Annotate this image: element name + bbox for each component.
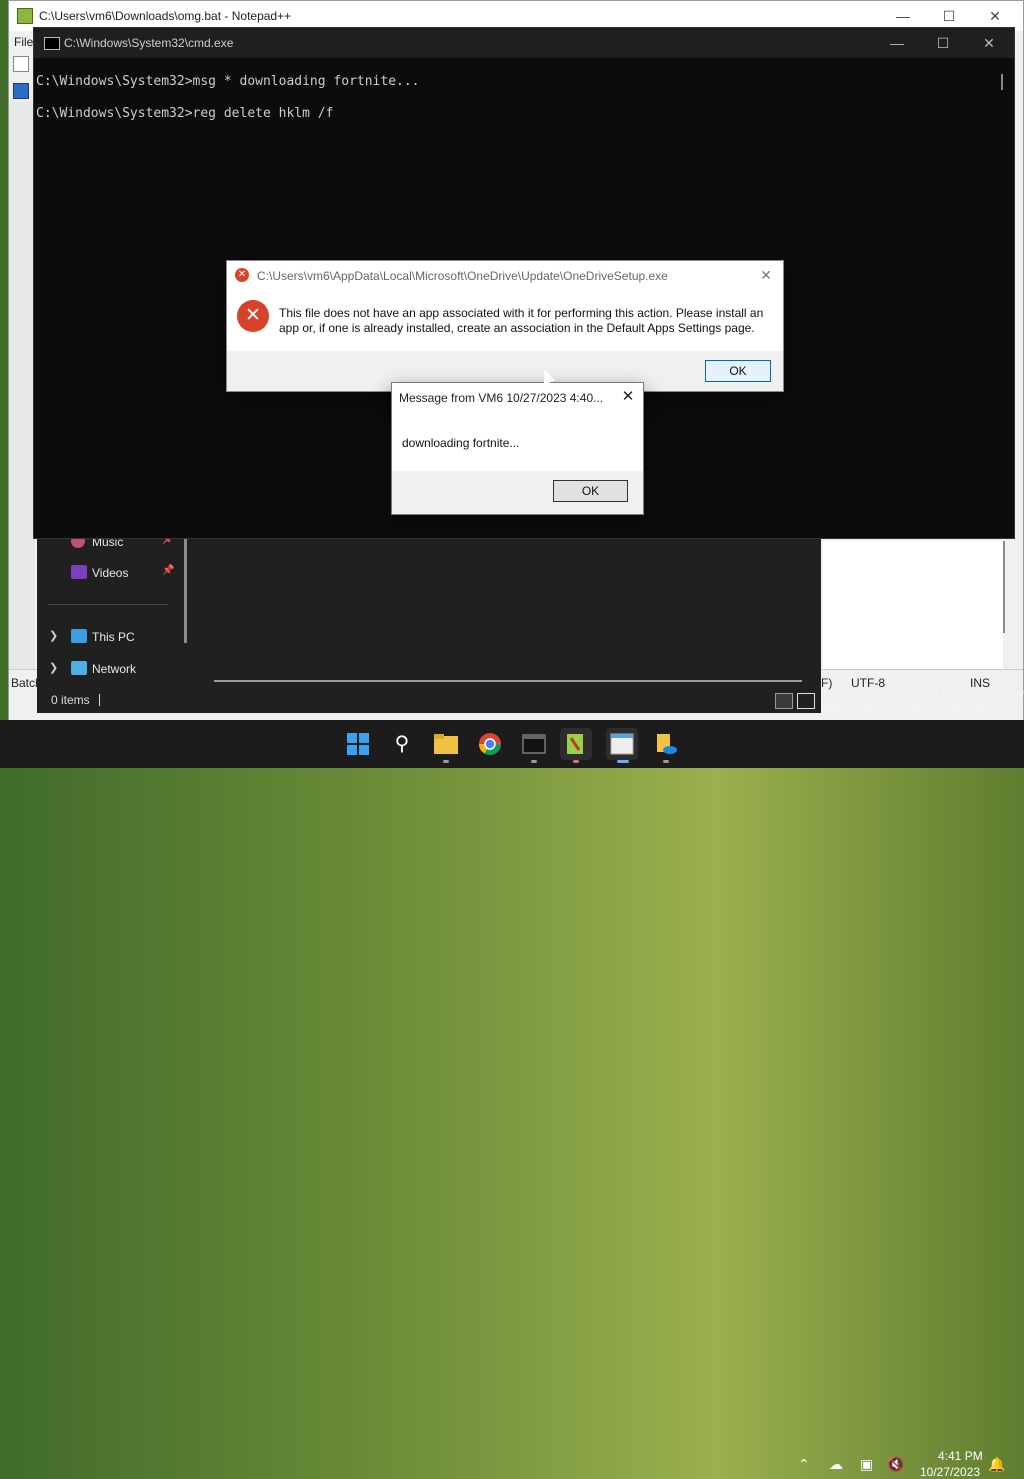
message-body: downloading fortnite...	[402, 436, 520, 450]
ok-button[interactable]: OK	[553, 480, 628, 502]
error-dialog-title: C:\Users\vm6\AppData\Local\Microsoft\One…	[257, 269, 668, 283]
tiles-view-icon[interactable]	[797, 693, 815, 709]
error-icon: ✕	[235, 268, 249, 282]
cmd-icon	[44, 37, 60, 50]
cmd-scrollbar[interactable]	[1001, 74, 1003, 90]
onedrive-tray-icon[interactable]: ☁	[829, 1456, 843, 1473]
nav-item-label: Network	[92, 662, 137, 676]
file-explorer-window: Music 📌 Videos 📌 ❯ This PC ❯ Network 0 i…	[37, 534, 821, 713]
chevron-right-icon[interactable]: ❯	[49, 629, 58, 642]
cmd-title: C:\Windows\System32\cmd.exe	[64, 36, 234, 50]
this-pc-icon	[71, 629, 87, 643]
close-icon[interactable]: ✕	[618, 387, 638, 407]
clock-time[interactable]: 4:41 PM	[938, 1449, 983, 1463]
chevron-up-icon[interactable]: ⌃	[798, 1456, 810, 1473]
close-icon[interactable]: ✕	[966, 28, 1012, 58]
nav-scrollbar[interactable]	[184, 535, 187, 643]
save-icon[interactable]	[13, 83, 29, 99]
pin-icon: 📌	[162, 565, 175, 576]
details-view-icon[interactable]	[775, 693, 793, 709]
file-explorer-icon[interactable]	[430, 728, 462, 760]
onedrive-icon[interactable]	[650, 728, 682, 760]
minimize-icon[interactable]: —	[874, 28, 920, 58]
running-indicator	[663, 760, 669, 763]
maximize-icon[interactable]: ☐	[920, 28, 966, 58]
ok-button[interactable]: OK	[705, 360, 771, 382]
nav-item-label: Videos	[92, 566, 129, 580]
notepadpp-icon	[17, 8, 33, 24]
nav-item-network[interactable]: ❯ Network	[37, 658, 187, 682]
nav-divider	[48, 604, 168, 605]
nav-item-label: This PC	[92, 630, 135, 644]
running-indicator	[531, 760, 537, 763]
content-horizontal-scrollbar[interactable]	[214, 680, 802, 682]
notepadpp-taskbar-icon[interactable]	[560, 728, 592, 760]
notepad-taskbar-icon[interactable]	[606, 728, 638, 760]
cmd-line: C:\Windows\System32>msg * downloading fo…	[36, 74, 420, 89]
running-indicator	[443, 760, 449, 763]
close-icon[interactable]: ✕	[755, 265, 777, 285]
error-dialog: ✕ C:\Users\vm6\AppData\Local\Microsoft\O…	[226, 260, 784, 392]
display-icon[interactable]: ▣	[860, 1456, 873, 1473]
search-icon[interactable]: ⚲	[386, 728, 418, 760]
start-icon[interactable]	[342, 728, 374, 760]
terminal-icon[interactable]	[518, 728, 550, 760]
running-indicator	[573, 760, 579, 763]
status-separator	[99, 694, 100, 706]
new-file-icon[interactable]	[13, 56, 29, 72]
menu-file[interactable]: File	[14, 35, 33, 49]
message-dialog: Message from VM6 10/27/2023 4:40... ✕ do…	[391, 382, 644, 515]
chevron-right-icon[interactable]: ❯	[49, 661, 58, 674]
chrome-icon[interactable]	[474, 728, 506, 760]
taskbar: ⚲ ⌃ ☁ ▣ 🔇 4:41 PM 10/27/2023 🔔	[0, 720, 1024, 1479]
nav-item-videos[interactable]: Videos 📌	[37, 562, 187, 586]
watermark-line: Windows 11 Pro Insider Preview	[852, 687, 1024, 701]
error-message: This file does not have an app associate…	[279, 306, 764, 335]
notepadpp-left-margin	[9, 101, 35, 669]
cmd-titlebar[interactable]: C:\Windows\System32\cmd.exe — ☐ ✕	[34, 28, 1014, 58]
status-eol: F)	[821, 676, 833, 690]
error-icon: ✕	[237, 300, 269, 332]
videos-icon	[71, 565, 87, 579]
message-dialog-title: Message from VM6 10/27/2023 4:40...	[399, 391, 604, 405]
items-count: 0 items	[51, 693, 90, 707]
clock-date[interactable]: 10/27/2023	[920, 1465, 980, 1479]
notepadpp-editor-area[interactable]	[823, 541, 1003, 669]
active-indicator	[617, 760, 629, 763]
cmd-line: C:\Windows\System32>reg delete hklm /f	[36, 106, 334, 121]
network-icon	[71, 661, 87, 675]
nav-item-this-pc[interactable]: ❯ This PC	[37, 626, 187, 650]
notepadpp-scrollbar[interactable]	[1003, 541, 1005, 633]
notepadpp-title: C:\Users\vm6\Downloads\omg.bat - Notepad…	[39, 9, 292, 23]
notification-bell-icon[interactable]: 🔔	[988, 1456, 1005, 1473]
volume-muted-icon[interactable]: 🔇	[887, 1456, 904, 1473]
explorer-nav-pane: Music 📌 Videos 📌 ❯ This PC ❯ Network	[37, 534, 187, 683]
